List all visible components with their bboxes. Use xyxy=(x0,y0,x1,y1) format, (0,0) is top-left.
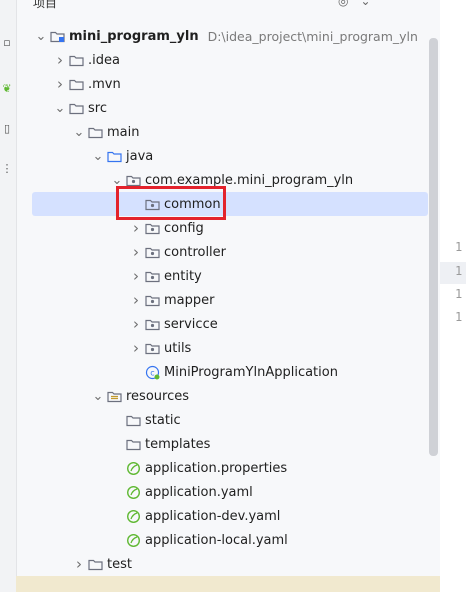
chevron-right-icon[interactable]: › xyxy=(128,243,144,261)
spring-leaf-icon xyxy=(125,460,141,476)
tree-item-label: utils xyxy=(164,340,192,356)
package-icon xyxy=(144,292,160,308)
line-number: 1 xyxy=(455,287,463,301)
chevron-right-icon[interactable]: › xyxy=(128,315,144,333)
tree-row[interactable]: c MiniProgramYlnApplication xyxy=(16,360,440,384)
tree-item-label: entity xyxy=(164,268,202,284)
tree-item-label: .mvn xyxy=(88,76,121,92)
tree-item-label: controller xyxy=(164,244,227,260)
package-icon xyxy=(144,316,160,332)
folder-icon xyxy=(68,100,84,116)
folder-icon xyxy=(125,412,141,428)
chevron-right-icon[interactable]: › xyxy=(71,555,87,573)
project-path: D:\idea_project\mini_program_yln xyxy=(207,28,418,44)
project-panel-header: 项目 ◎⌄ xyxy=(16,0,466,14)
svg-text:c: c xyxy=(150,368,154,377)
chevron-down-icon[interactable]: ⌄ xyxy=(90,389,106,404)
line-number: 1 xyxy=(455,310,463,324)
package-icon xyxy=(144,268,160,284)
tree-item-label: servicce xyxy=(164,316,218,332)
tree-item-label: application.properties xyxy=(145,460,288,476)
tree-row[interactable]: templates xyxy=(16,432,440,456)
tree-row[interactable]: › servicce xyxy=(16,312,440,336)
chevron-down-icon[interactable]: ⌄ xyxy=(90,149,106,164)
tree-item-label: application-local.yaml xyxy=(145,532,288,548)
tree-row[interactable]: › mapper xyxy=(16,288,440,312)
tree-row[interactable]: › test xyxy=(16,552,440,576)
chevron-right-icon[interactable]: › xyxy=(128,219,144,237)
chevron-right-icon[interactable]: › xyxy=(52,51,68,69)
panel-toolbar: ◎⌄ xyxy=(338,0,383,8)
options-icon[interactable]: ⌄ xyxy=(360,0,382,8)
tree-row[interactable]: ⌄ src xyxy=(16,96,440,120)
chevron-down-icon[interactable]: ⌄ xyxy=(71,125,87,140)
line-number: 1 xyxy=(455,240,463,254)
panel-title: 项目 xyxy=(33,0,58,10)
tree-row[interactable]: › config xyxy=(16,216,440,240)
tree-item-label: .idea xyxy=(88,52,120,68)
spring-boot-class-icon: c xyxy=(144,364,160,380)
tree-item-label: java xyxy=(126,148,154,164)
tree-item-label: src xyxy=(88,100,107,116)
tree-row[interactable]: › controller xyxy=(16,240,440,264)
tree-item-label: resources xyxy=(126,388,190,404)
source-folder-icon xyxy=(106,148,122,164)
tree-row[interactable]: › .mvn xyxy=(16,72,440,96)
tree-row[interactable]: ⌄ mini_program_yln D:\idea_project\mini_pr… xyxy=(16,24,440,48)
tree-row[interactable]: application.yaml xyxy=(16,480,440,504)
tree-row[interactable]: common xyxy=(32,192,428,216)
tree-item-label: test xyxy=(107,556,132,572)
more-icon[interactable]: ⋮ xyxy=(0,160,14,176)
chevron-right-icon[interactable]: › xyxy=(128,291,144,309)
tree-row[interactable]: application.properties xyxy=(16,456,440,480)
tree-row[interactable]: › entity xyxy=(16,264,440,288)
tree-row[interactable]: ⌄ com.example.mini_program_yln xyxy=(16,168,440,192)
folder-icon xyxy=(68,52,84,68)
tree-row[interactable]: ⌄ resources xyxy=(16,384,440,408)
tree-item-label: application-dev.yaml xyxy=(145,508,281,524)
line-number: 1 xyxy=(455,264,463,278)
package-icon xyxy=(144,220,160,236)
tree-item-label: config xyxy=(164,220,204,236)
folder-icon xyxy=(87,124,103,140)
folder-icon xyxy=(125,436,141,452)
chevron-down-icon[interactable]: ⌄ xyxy=(52,101,68,116)
tree-row[interactable]: application-dev.yaml xyxy=(16,504,440,528)
resources-folder-icon xyxy=(106,388,122,404)
project-tree: ⌄ mini_program_yln D:\idea_project\mini_pr… xyxy=(16,16,440,592)
spring-icon[interactable]: ❦ xyxy=(0,80,14,96)
tree-item-label: templates xyxy=(145,436,211,452)
tree-row[interactable]: ⌄ main xyxy=(16,120,440,144)
folder-icon xyxy=(87,556,103,572)
tree-row[interactable]: › utils xyxy=(16,336,440,360)
tree-item-label: main xyxy=(107,124,140,140)
spring-leaf-icon xyxy=(125,532,141,548)
bookmark-icon[interactable]: ▯ xyxy=(0,120,14,136)
tree-row[interactable]: › .idea xyxy=(16,48,440,72)
tree-row[interactable]: ⌄ java xyxy=(16,144,440,168)
folder-icon xyxy=(68,76,84,92)
tree-item-label: MiniProgramYlnApplication xyxy=(164,364,338,380)
highlight-annotation-box xyxy=(116,186,226,220)
tree-scrollbar[interactable] xyxy=(429,38,438,456)
locate-icon[interactable]: ◎ xyxy=(338,0,360,8)
tree-item-label: mini_program_yln xyxy=(69,28,199,44)
tree-row[interactable]: application-local.yaml xyxy=(16,528,440,552)
package-icon xyxy=(144,244,160,260)
chevron-down-icon[interactable]: ⌄ xyxy=(33,29,49,44)
tree-item-label: mapper xyxy=(164,292,215,308)
tree-item-label: application.yaml xyxy=(145,484,253,500)
chevron-right-icon[interactable]: › xyxy=(52,75,68,93)
structure-icon[interactable]: ▫ xyxy=(0,34,14,50)
tool-window-strip: ▫ ❦ ▯ ⋮ xyxy=(0,0,17,592)
spring-leaf-icon xyxy=(125,508,141,524)
spring-leaf-icon xyxy=(125,484,141,500)
module-folder-icon xyxy=(49,28,65,44)
tree-row[interactable]: static xyxy=(16,408,440,432)
chevron-right-icon[interactable]: › xyxy=(128,339,144,357)
tree-item-label: static xyxy=(145,412,181,428)
package-icon xyxy=(144,340,160,356)
excluded-band xyxy=(16,576,440,592)
chevron-right-icon[interactable]: › xyxy=(128,267,144,285)
